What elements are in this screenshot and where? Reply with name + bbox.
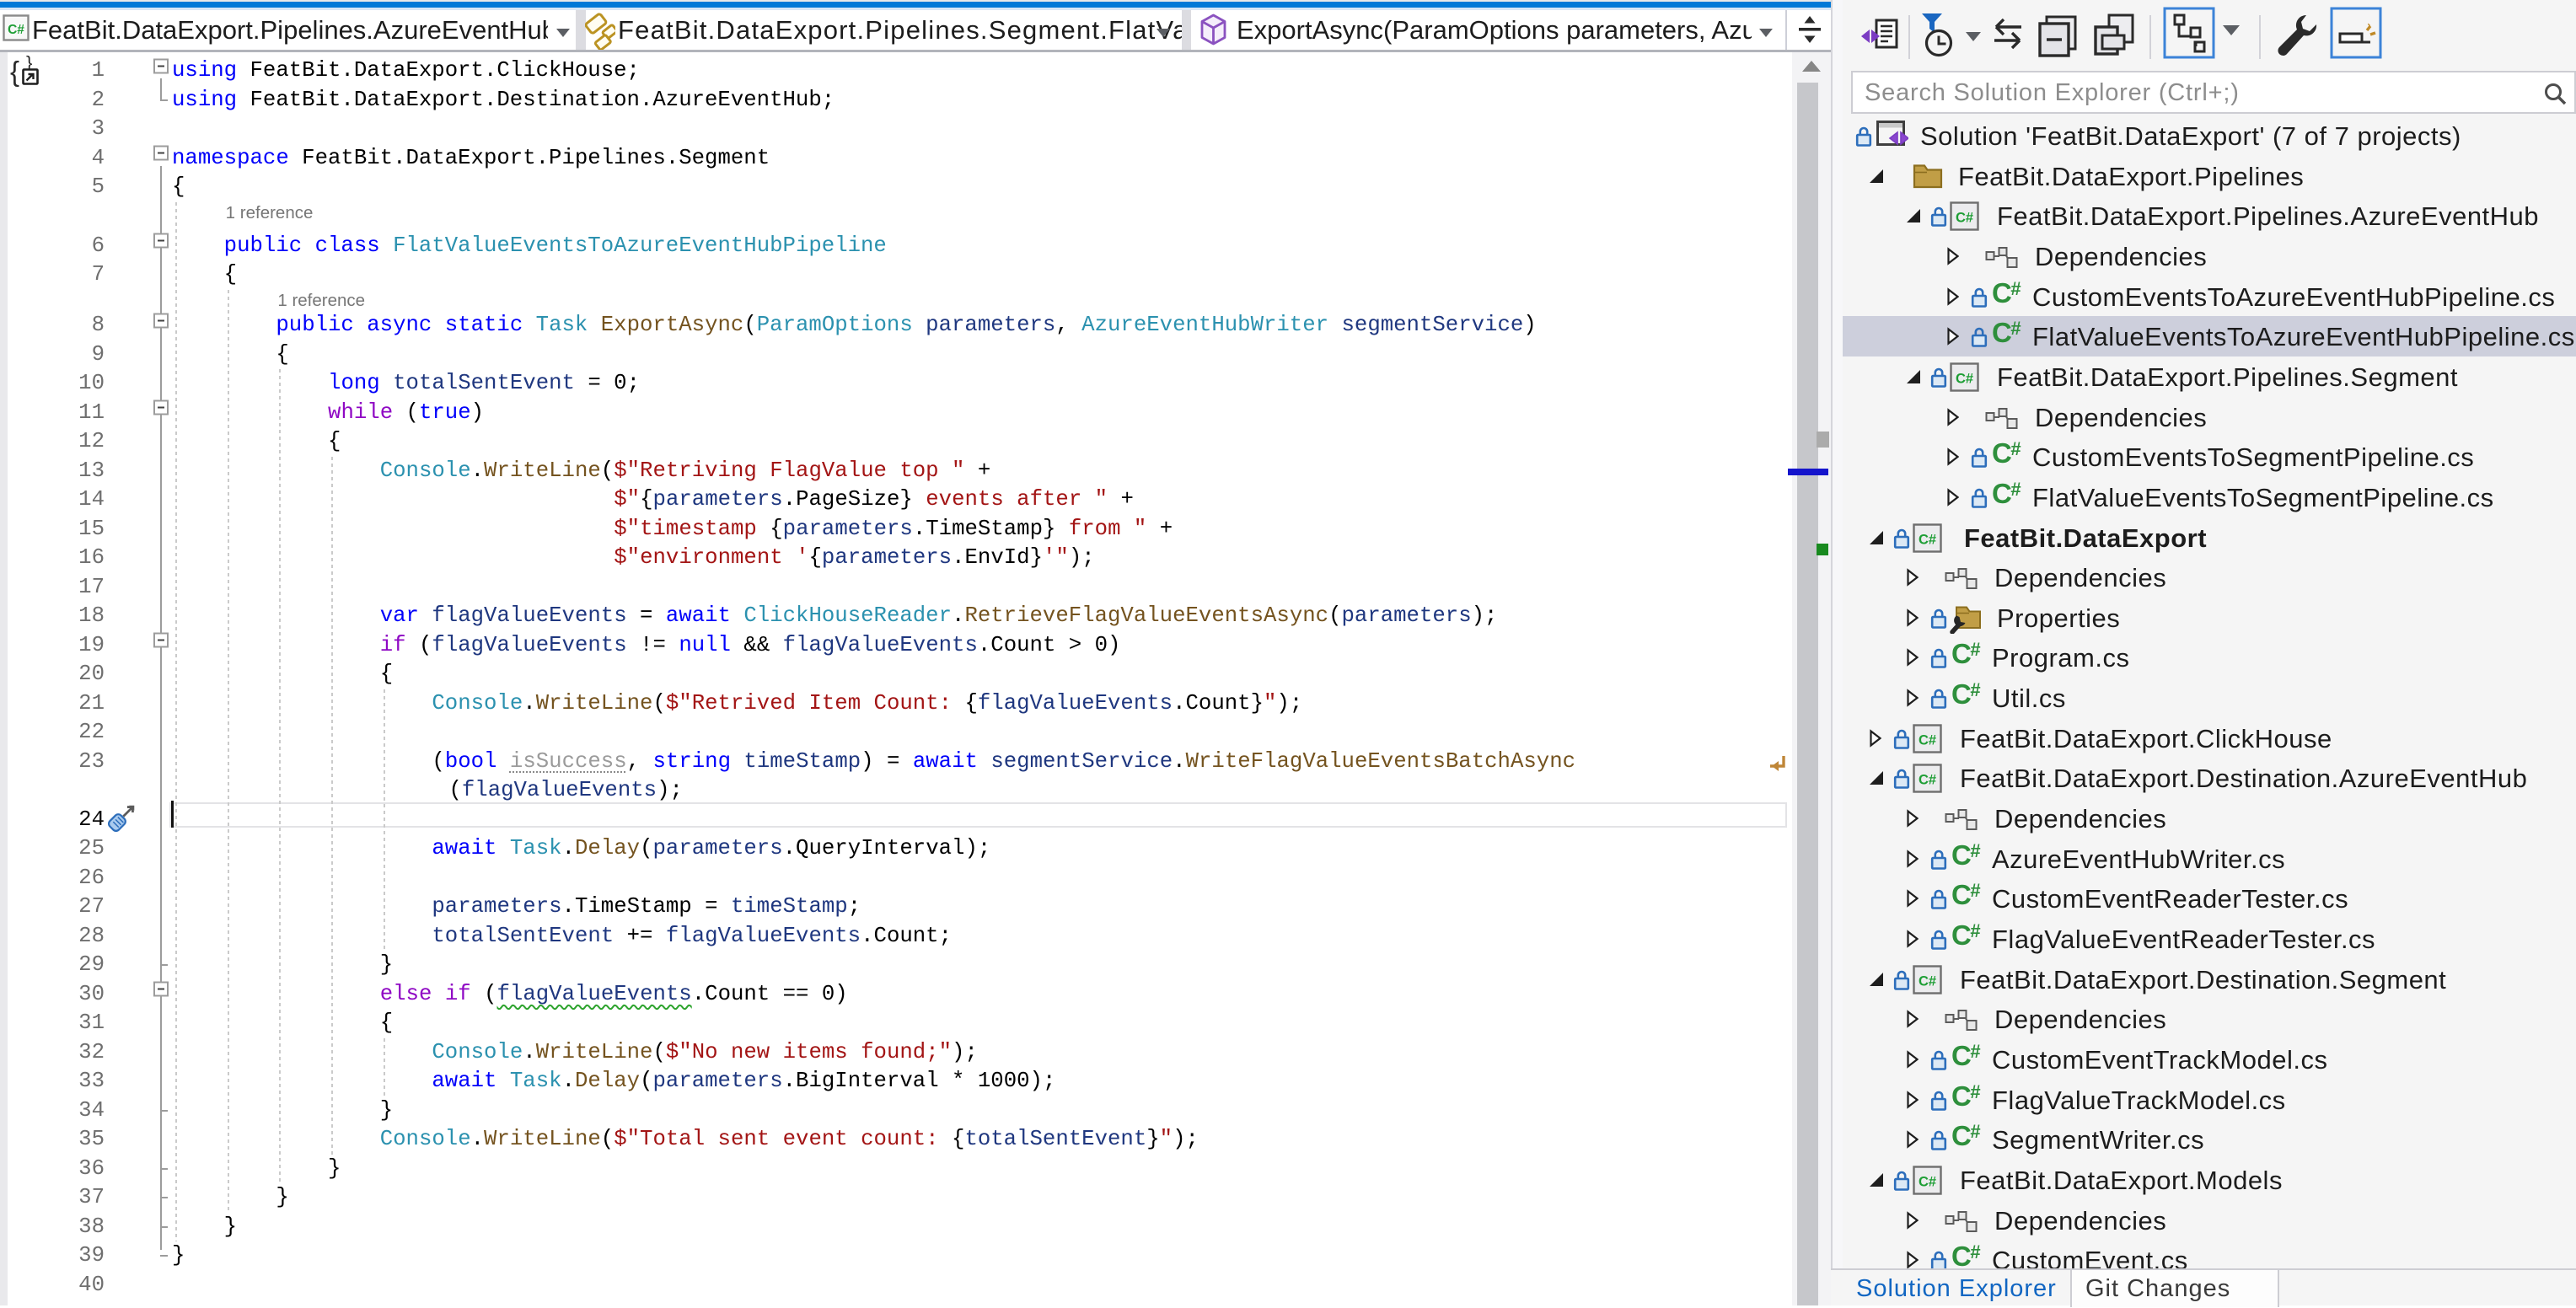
svg-text:C#: C# [1956,371,1973,386]
svg-text:C#: C# [1919,532,1936,547]
svg-text:C#: C# [1919,973,1936,989]
svg-text:C#: C# [1919,773,1936,788]
svg-text:C#: C# [1919,732,1936,748]
svg-text:C#: C# [1919,1174,1936,1189]
svg-text:C#: C# [1956,211,1973,226]
